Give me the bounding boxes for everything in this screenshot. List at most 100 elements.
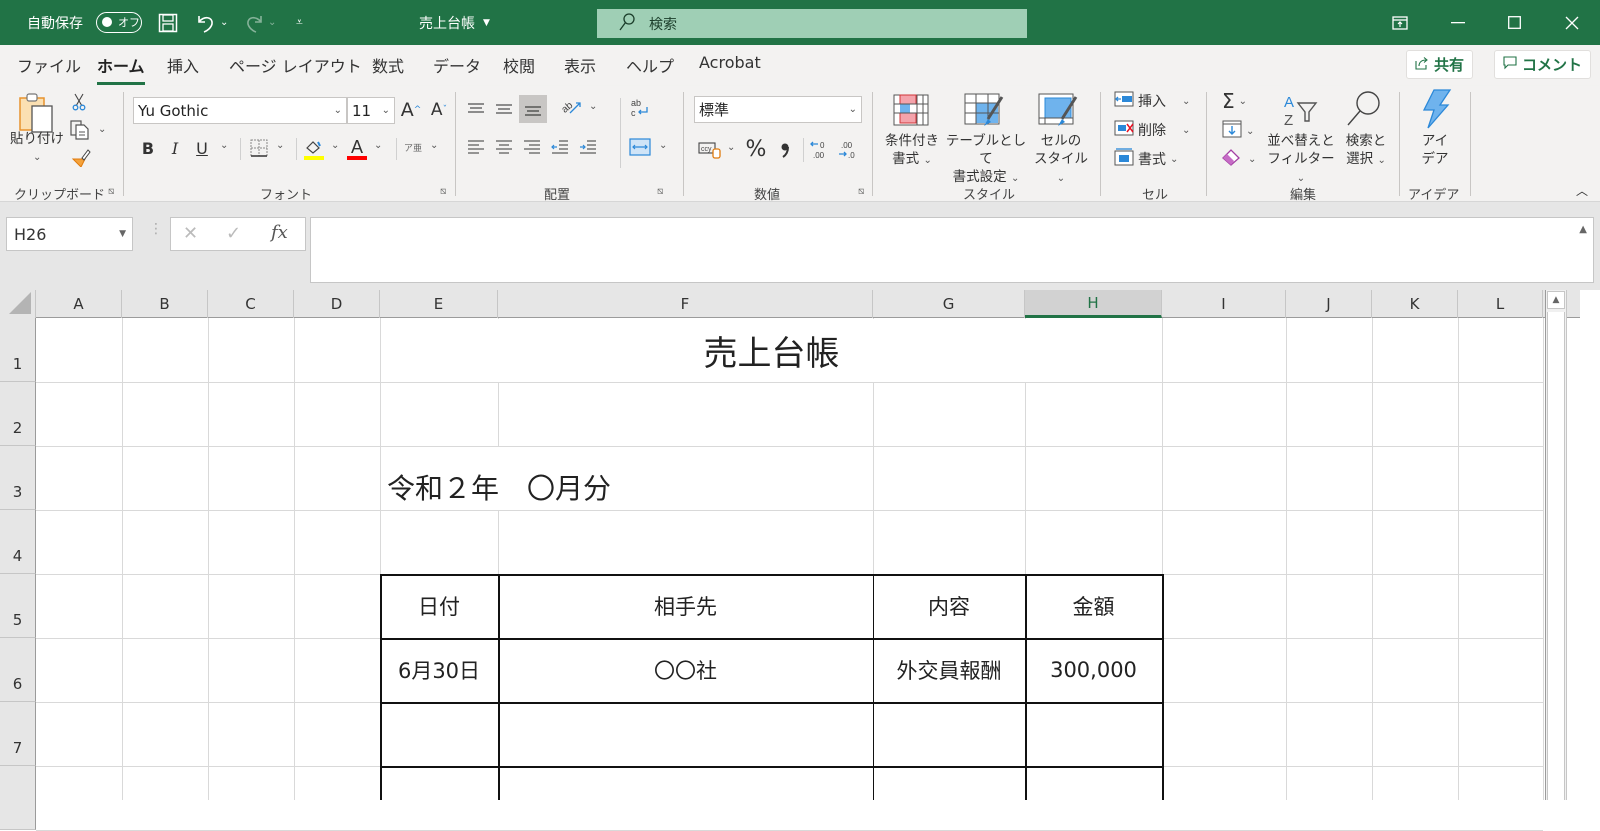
phonetic-dropdown-icon[interactable]: ⌄ — [430, 140, 438, 151]
number-launcher-icon[interactable]: ⧅ — [858, 186, 864, 197]
column-header-j[interactable]: J — [1286, 290, 1372, 318]
italic-button[interactable]: I — [166, 136, 184, 160]
align-bottom-icon[interactable] — [519, 95, 547, 123]
table-cell[interactable] — [380, 702, 498, 766]
format-cells-button[interactable]: 書式 ⌄ — [1114, 148, 1178, 170]
orientation-icon[interactable]: ab — [560, 96, 582, 118]
tab-file[interactable]: ファイル — [17, 53, 81, 79]
format-as-table-icon[interactable] — [964, 93, 1004, 129]
fill-color-icon[interactable] — [303, 136, 325, 162]
merge-center-icon[interactable] — [628, 136, 652, 158]
tab-formulas[interactable]: 数式 — [372, 53, 404, 79]
row-header-5[interactable]: 5 — [0, 574, 36, 638]
column-header-d[interactable]: D — [294, 290, 380, 318]
table-header-cell[interactable]: 相手先 — [498, 574, 873, 638]
row-header-3[interactable]: 3 — [0, 446, 36, 510]
table-cell[interactable] — [873, 702, 1025, 766]
row-header-1[interactable]: 1 — [0, 318, 36, 382]
font-color-icon[interactable]: A — [346, 136, 368, 162]
alignment-launcher-icon[interactable]: ⧅ — [657, 186, 663, 197]
collapse-ribbon-icon[interactable]: ︿ — [1574, 182, 1590, 198]
cell-styles-button[interactable]: セルの スタイル ⌄ — [1028, 132, 1094, 188]
underline-button[interactable]: U — [193, 136, 211, 160]
font-name-select[interactable]: Yu Gothic ⌄ — [133, 97, 347, 124]
column-header-b[interactable]: B — [122, 290, 208, 318]
copy-icon[interactable] — [68, 119, 92, 141]
column-header-a[interactable]: A — [36, 290, 122, 318]
borders-icon[interactable] — [248, 136, 270, 160]
comment-button[interactable]: コメント — [1494, 50, 1592, 79]
select-all-button[interactable] — [0, 290, 36, 318]
font-launcher-icon[interactable]: ⧅ — [440, 186, 446, 197]
column-header-l[interactable]: L — [1458, 290, 1543, 318]
column-header-g[interactable]: G — [873, 290, 1025, 318]
maximize-icon[interactable] — [1486, 0, 1542, 45]
row-header-8[interactable] — [0, 766, 36, 830]
conditional-formatting-button[interactable]: 条件付き 書式 ⌄ — [880, 132, 944, 170]
row-header-2[interactable]: 2 — [0, 382, 36, 446]
search-input[interactable]: 検索 — [597, 9, 1027, 38]
insert-cells-button[interactable]: 挿入 ⌄ — [1114, 91, 1190, 111]
table-cell[interactable]: 外交員報酬 — [873, 638, 1025, 702]
copy-dropdown-icon[interactable]: ⌄ — [98, 124, 106, 135]
increase-font-size-icon[interactable]: A ^ — [400, 97, 422, 123]
customize-qat-icon[interactable]: ⩡ — [296, 0, 303, 45]
decrease-font-size-icon[interactable]: Aˇ — [428, 97, 450, 123]
percent-style-button[interactable]: % — [744, 136, 768, 162]
accounting-dropdown-icon[interactable]: ⌄ — [727, 142, 735, 153]
share-button[interactable]: 共有 — [1406, 50, 1474, 79]
row-header-4[interactable]: 4 — [0, 510, 36, 574]
table-cell[interactable]: 6月30日 — [380, 638, 498, 702]
orientation-dropdown-icon[interactable]: ⌄ — [589, 101, 597, 112]
bold-button[interactable]: B — [139, 136, 157, 160]
sort-filter-icon[interactable]: AZ — [1282, 91, 1322, 129]
formula-bar-resize-handle[interactable]: ⋮ — [149, 222, 163, 236]
table-header-cell[interactable]: 日付 — [380, 574, 498, 638]
tab-data[interactable]: データ — [433, 53, 481, 79]
cancel-icon[interactable]: ✕ — [183, 223, 198, 244]
column-header-c[interactable]: C — [208, 290, 294, 318]
column-header-i[interactable]: I — [1162, 290, 1286, 318]
tab-review[interactable]: 校閲 — [503, 53, 535, 79]
accounting-format-icon[interactable]: ccy — [698, 138, 722, 160]
tab-help[interactable]: ヘルプ — [626, 53, 674, 79]
enter-icon[interactable]: ✓ — [226, 223, 241, 244]
cut-icon[interactable] — [70, 92, 88, 112]
column-header-e[interactable]: E — [380, 290, 498, 318]
table-cell[interactable] — [1025, 702, 1162, 766]
delete-cells-button[interactable]: 削除 ⌄ — [1114, 120, 1190, 140]
ideas-button[interactable]: アイ デア — [1410, 132, 1460, 168]
table-cell[interactable]: 300,000 — [1025, 638, 1162, 702]
align-middle-icon[interactable] — [493, 98, 515, 120]
document-title[interactable]: 売上台帳 ▼ — [419, 0, 490, 45]
undo-dropdown-icon[interactable]: ⌄ — [220, 17, 228, 28]
format-painter-icon[interactable] — [70, 146, 92, 168]
format-as-table-button[interactable]: テーブルとして 書式設定 ⌄ — [944, 132, 1028, 188]
tab-acrobat[interactable]: Acrobat — [699, 53, 761, 79]
table-header-cell[interactable]: 金額 — [1025, 574, 1162, 638]
clipboard-launcher-icon[interactable]: ⧅ — [108, 186, 114, 197]
column-header-f[interactable]: F — [498, 290, 873, 318]
font-color-dropdown-icon[interactable]: ⌄ — [374, 140, 382, 151]
ribbon-display-icon[interactable] — [1372, 0, 1428, 45]
borders-dropdown-icon[interactable]: ⌄ — [276, 140, 284, 151]
formula-input[interactable]: ▲ — [310, 217, 1594, 283]
save-icon[interactable] — [158, 0, 178, 45]
table-cell[interactable] — [498, 702, 873, 766]
align-center-icon[interactable] — [493, 136, 515, 158]
paste-button[interactable]: 貼り付け — [10, 130, 64, 148]
table-cell[interactable]: 〇〇社 — [498, 638, 873, 702]
align-right-icon[interactable] — [521, 136, 543, 158]
insert-function-icon[interactable]: fx — [271, 222, 288, 243]
ideas-icon[interactable] — [1418, 88, 1454, 130]
increase-indent-icon[interactable] — [577, 136, 599, 158]
worksheet-grid[interactable]: ABCDEFGHIJKL 1234567 売上台帳 令和２年 〇月分 日付 相手先… — [0, 290, 1600, 831]
paste-dropdown-icon[interactable]: ⌄ — [33, 152, 41, 163]
scroll-thumb[interactable] — [1547, 312, 1565, 800]
fill-color-dropdown-icon[interactable]: ⌄ — [331, 140, 339, 151]
tab-view[interactable]: 表示 — [564, 53, 596, 79]
phonetic-guide-icon[interactable]: ア亜 — [404, 136, 422, 162]
find-select-icon[interactable] — [1344, 89, 1384, 129]
align-top-icon[interactable] — [465, 98, 487, 120]
wrap-text-icon[interactable]: ab c — [628, 96, 652, 120]
